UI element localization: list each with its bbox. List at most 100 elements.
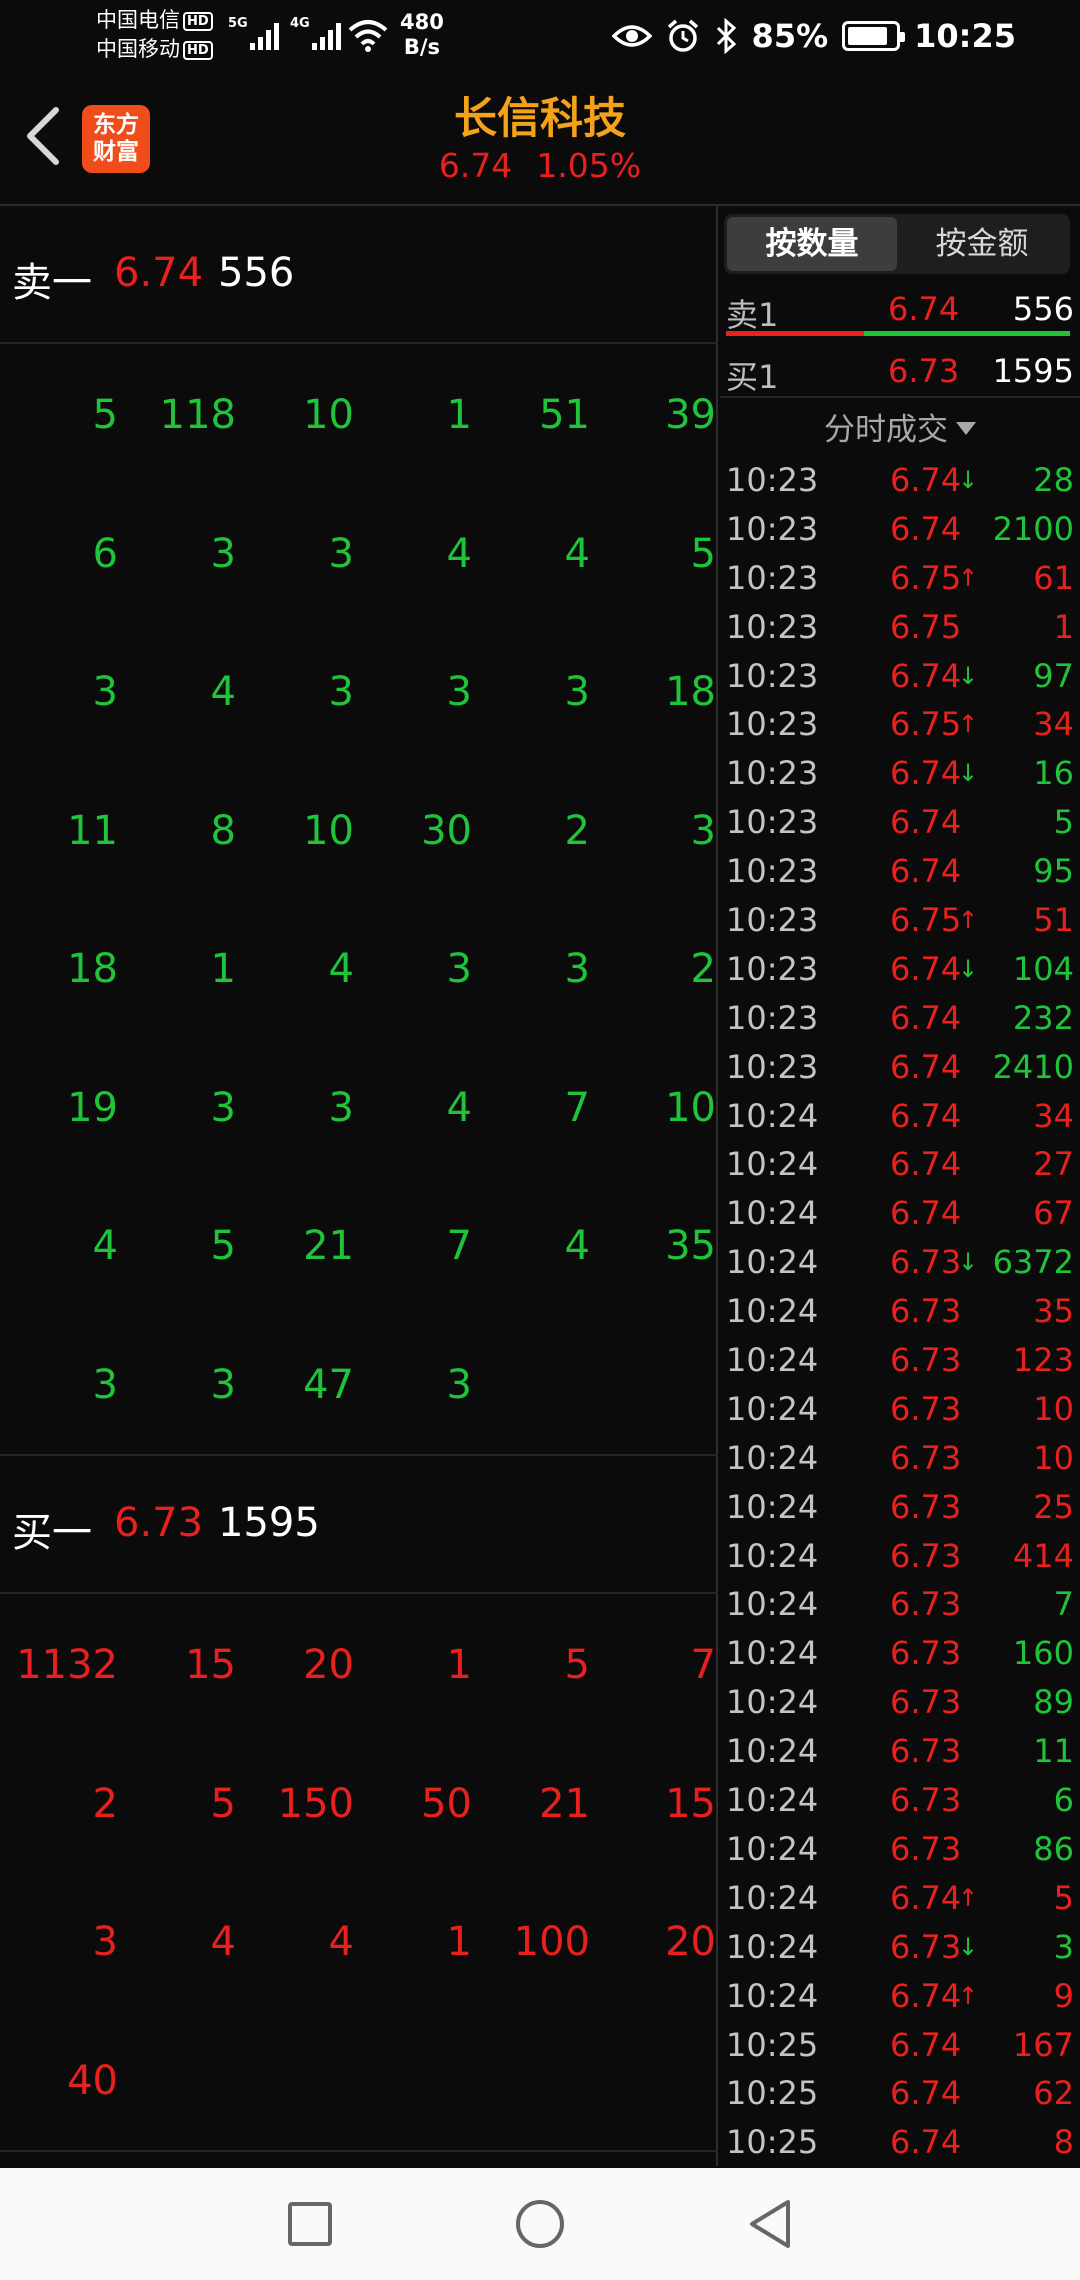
tick-row: 10:23 6.75 ↑ 51 — [720, 896, 1080, 945]
tick-price: 6.74 — [890, 998, 962, 1037]
tick-volume: 89 — [1033, 1683, 1074, 1722]
bid-queue-cell: 5 — [210, 1780, 236, 1827]
bid-queue-row: 1132 15 20 1 5 7 — [0, 1596, 718, 1735]
tick-time: 10:23 — [726, 509, 819, 548]
tick-time: 10:24 — [726, 1292, 819, 1331]
tick-price: 6.74 — [890, 1976, 962, 2015]
tick-price: 6.74 — [890, 1047, 962, 1086]
sell1-price: 6.74 — [888, 290, 960, 328]
tick-time: 10:23 — [726, 1047, 819, 1086]
ask-queue-cell: 18 — [67, 946, 118, 993]
arrow-down-icon: ↓ — [958, 661, 979, 690]
ask-queue-cell: 3 — [210, 1084, 236, 1131]
tick-row: 10:23 6.74 ↓ 16 — [720, 749, 1080, 798]
ask-queue-cell: 3 — [328, 669, 354, 716]
bid-volume: 1595 — [218, 1500, 320, 1546]
bid-queue-row: 3 4 4 1 100 20 — [0, 1873, 718, 2012]
ask-queue-cell: 7 — [446, 1223, 472, 1270]
ask-queue-row: 4 5 21 7 4 35 — [0, 1177, 718, 1316]
tick-volume: 61 — [1033, 558, 1074, 597]
tick-volume: 34 — [1033, 1096, 1074, 1135]
tick-time: 10:24 — [726, 1634, 819, 1673]
tick-row: 10:24 6.73 6 — [720, 1776, 1080, 1825]
tick-row: 10:24 6.74 67 — [720, 1189, 1080, 1238]
ask-queue-cell: 8 — [210, 807, 236, 854]
tick-price: 6.73 — [890, 1487, 962, 1526]
tick-row: 10:24 6.73 11 — [720, 1727, 1080, 1776]
tick-time: 10:24 — [726, 1878, 819, 1917]
battery-icon — [842, 21, 906, 51]
arrow-down-icon: ↓ — [958, 466, 979, 494]
tick-price: 6.73 — [890, 1683, 962, 1722]
bid-queue-cell: 5 — [564, 1642, 590, 1689]
arrow-up-icon: ↑ — [958, 710, 979, 739]
ask-queue-cell: 4 — [446, 1084, 472, 1131]
tick-price: 6.74 — [890, 1145, 962, 1184]
caret-down-icon — [956, 422, 976, 435]
battery-percent: 85% — [751, 17, 829, 55]
tick-time: 10:23 — [726, 949, 819, 988]
tick-volume: 3 — [1053, 1927, 1074, 1966]
circle-icon[interactable] — [512, 2196, 568, 2252]
tick-price: 6.74 — [890, 656, 962, 695]
tick-time: 10:24 — [726, 1096, 819, 1135]
speed-unit: B/s — [403, 35, 441, 59]
tick-time: 10:24 — [726, 1438, 819, 1477]
tick-price: 6.74 — [890, 754, 962, 793]
tab-by-quantity[interactable]: 按数量 — [727, 217, 897, 271]
tick-volume: 414 — [1012, 1536, 1074, 1575]
tick-time: 10:23 — [726, 656, 819, 695]
tick-price: 6.73 — [890, 1389, 962, 1428]
tick-price: 6.73 — [890, 1634, 962, 1673]
tick-row: 10:23 6.74 2410 — [720, 1043, 1080, 1092]
tick-time: 10:24 — [726, 1389, 819, 1428]
buy1-volume: 1595 — [992, 352, 1074, 390]
tick-row: 10:23 6.75 ↑ 61 — [720, 554, 1080, 603]
triangle-back-icon[interactable] — [742, 2196, 798, 2252]
tick-price: 6.73 — [890, 1781, 962, 1820]
carrier-2: 中国移动 — [96, 37, 180, 61]
tick-row: 10:24 6.73 160 — [720, 1629, 1080, 1678]
ticks-dropdown[interactable]: 分时成交 — [720, 404, 1080, 449]
tick-row: 10:24 6.73 414 — [720, 1532, 1080, 1581]
tick-price: 6.74 — [890, 852, 962, 891]
buy1-row: 买1 6.73 1595 — [720, 344, 1080, 402]
bid-queue-cell: 20 — [665, 1919, 716, 1966]
tick-list[interactable]: 10:23 6.74 ↓ 28 10:23 6.74 2100 10:23 6.75 ↑ 61 10:… — [720, 456, 1080, 2167]
tick-price: 6.74 — [890, 2074, 962, 2113]
tick-time: 10:24 — [726, 1585, 819, 1624]
tick-price: 6.73 — [890, 1829, 962, 1868]
mode-toggle: 按数量 按金额 — [724, 214, 1070, 274]
bid-queue-cell: 7 — [690, 1642, 716, 1689]
sell1-volume: 556 — [1012, 290, 1074, 328]
ask-queue-cell: 51 — [539, 392, 590, 439]
ask-queue-cell: 1 — [210, 946, 236, 993]
tick-volume: 8 — [1053, 2123, 1074, 2162]
tick-time: 10:24 — [726, 1487, 819, 1526]
tick-time: 10:24 — [726, 1829, 819, 1868]
ask-queue-cell: 5 — [92, 392, 118, 439]
tick-price: 6.74 — [890, 509, 962, 548]
ask-queue-cell: 118 — [159, 392, 236, 439]
network-speed: 480 B/s — [400, 10, 444, 60]
tab-by-amount[interactable]: 按金额 — [897, 217, 1067, 271]
tick-price: 6.73 — [890, 1243, 962, 1282]
battery-fill — [848, 27, 888, 45]
tick-time: 10:24 — [726, 1145, 819, 1184]
tick-volume: 5 — [1053, 1878, 1074, 1917]
tick-row: 10:24 6.73 86 — [720, 1825, 1080, 1874]
tick-time: 10:24 — [726, 1781, 819, 1820]
tick-volume: 95 — [1033, 852, 1074, 891]
divider — [720, 396, 1080, 398]
square-icon[interactable] — [282, 2196, 338, 2252]
tick-volume: 51 — [1033, 901, 1074, 940]
tick-row: 10:24 6.73 25 — [720, 1483, 1080, 1532]
tick-volume: 28 — [1033, 461, 1074, 499]
tick-price: 6.74 — [890, 2123, 962, 2162]
ask-queue-cell: 10 — [665, 1084, 716, 1131]
tick-row: 10:25 6.74 62 — [720, 2069, 1080, 2118]
tick-row: 10:23 6.74 ↓ 97 — [720, 652, 1080, 701]
ask-volume: 556 — [218, 250, 295, 296]
tick-row: 10:23 6.74 ↓ 28 — [720, 456, 1080, 505]
ticks-title: 分时成交 — [824, 412, 948, 448]
